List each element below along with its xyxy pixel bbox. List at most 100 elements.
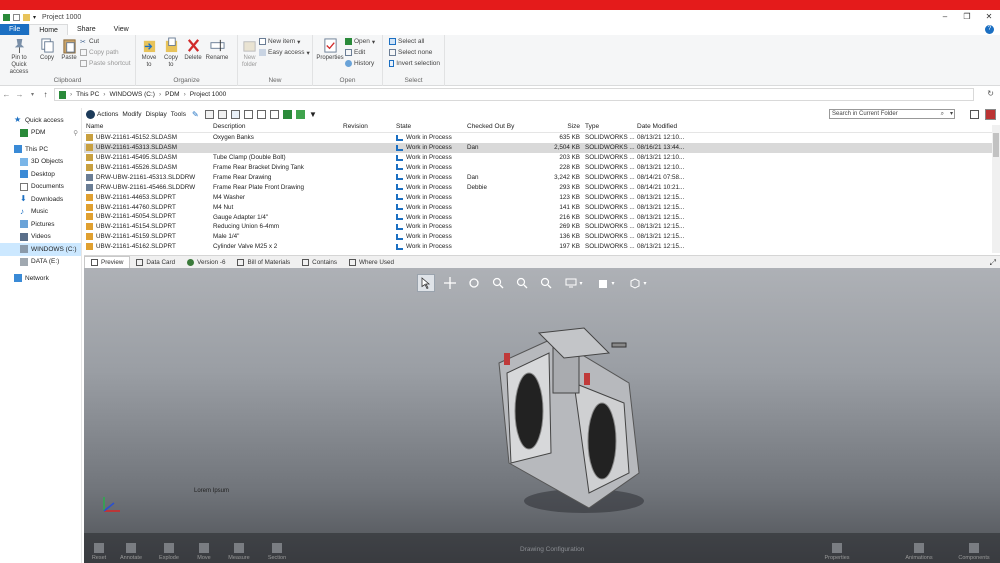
nav-item-this-pc[interactable]: This PC [0,143,81,156]
nav-item-3d-objects[interactable]: 3D Objects [0,156,81,169]
copy-path-button[interactable]: Copy path [80,48,131,57]
recent-chevron-icon[interactable]: ▾ [26,91,39,98]
column-revision[interactable]: Revision [341,123,394,132]
edit-button[interactable]: Edit [345,48,375,57]
tab-share[interactable]: Share [68,24,105,35]
user-avatar[interactable] [985,109,996,120]
breadcrumb-windows-c[interactable]: WINDOWS (C:) [109,91,155,98]
new-item-button[interactable]: New item ▾ [259,37,310,46]
list-view-icon[interactable] [970,110,979,119]
table-row[interactable]: UBW-21161-45313.SLDASM Work in Process Dan… [84,142,1000,153]
table-row[interactable]: DRW-UBW-21161-45466.SLDDRW Frame Rear Pla… [84,182,1000,192]
invert-selection-button[interactable]: Invert selection [389,59,440,68]
dropdown-triangle-icon[interactable]: ▼ [309,110,318,119]
section-button[interactable]: Section [264,543,290,561]
column-state[interactable]: State [394,123,465,132]
table-row[interactable]: UBW-21161-45054.SLDPRT Gauge Adapter 1/4"… [84,212,1000,222]
tab-contains[interactable]: Contains [296,256,343,269]
zoom-in-out-icon[interactable] [513,274,531,292]
cut-button[interactable]: ✂ Cut [80,37,131,46]
delete-button[interactable]: Delete [184,37,202,69]
folder-qat-icon[interactable] [23,13,30,21]
chevron-down-icon[interactable]: ▾ [33,14,36,21]
help-icon[interactable]: ? [985,25,994,34]
tab-data-card[interactable]: Data Card [130,256,181,269]
add-file-icon[interactable] [269,110,279,119]
display-menu[interactable]: Display [145,111,166,118]
column-size[interactable]: Size [535,123,583,132]
search-dropdown-icon[interactable]: ▾ [950,110,953,118]
scrollbar-thumb[interactable] [993,133,999,157]
nav-item-data-e[interactable]: DATA (E:) [0,256,81,269]
actions-menu[interactable]: Actions [97,111,118,118]
nav-item-music[interactable]: ♪ Music [0,206,81,219]
appearance-icon[interactable]: ▾ [593,274,619,292]
history-button[interactable]: History [345,59,375,68]
tab-version[interactable]: Version -6 [181,256,231,269]
nav-item-quick-access[interactable]: ★ Quick access [0,114,81,127]
copy-to-button[interactable]: Copy to [162,37,180,69]
document-green-icon[interactable] [295,110,305,119]
tab-where-used[interactable]: Where Used [343,256,400,269]
measure-button[interactable]: Measure [226,543,252,561]
easy-access-button[interactable]: Easy access ▾ [259,48,310,57]
tab-preview[interactable]: Preview [84,255,131,269]
annotate-button[interactable]: Annotate [118,543,144,561]
new-folder-button[interactable]: New folder [242,37,257,69]
column-description[interactable]: Description [211,123,341,132]
nav-item-windows-c[interactable]: WINDOWS (C:) [0,243,81,256]
nav-item-documents[interactable]: Documents [0,181,81,194]
change-state-icon[interactable] [256,110,266,119]
up-arrow-icon[interactable]: ↑ [39,90,52,99]
maximize-button[interactable]: ❐ [956,10,978,24]
search-icon[interactable]: ⌕ [941,110,944,118]
get-latest-icon[interactable] [230,110,240,119]
nav-item-network[interactable]: Network [0,272,81,285]
paste-shortcut-button[interactable]: Paste shortcut [80,59,131,68]
table-row[interactable]: UBW-21161-45159.SLDPRT Male 1/4" Work in P… [84,232,1000,242]
pin-quick-access-button[interactable]: Pin to Quick access [4,37,34,76]
rename-button[interactable]: Rename [206,37,228,69]
close-button[interactable]: ✕ [978,10,1000,24]
refresh-icon[interactable]: ↻ [987,89,994,98]
explode-button[interactable]: Explode [156,543,182,561]
model-viewport[interactable]: ▾ ▾ ▾ Lorem Ipsum Reset Annotate Explode… [84,268,1000,563]
view-orientation-icon[interactable]: ▾ [625,274,651,292]
breadcrumb-pdm[interactable]: PDM [165,91,179,98]
address-bar[interactable]: › This PC › WINDOWS (C:) › PDM › Project… [54,88,974,101]
animations-button[interactable]: Animations [902,543,936,561]
column-name[interactable]: Name [84,123,211,132]
move-button[interactable]: Move [191,543,217,561]
tab-home[interactable]: Home [29,24,68,35]
forward-arrow-icon[interactable]: → [13,90,26,99]
table-row[interactable]: UBW-21161-44760.SLDPRT M4 Nut Work in Proc… [84,202,1000,212]
check-out-icon[interactable] [204,110,214,119]
nav-item-pdm[interactable]: PDM ⚲ [0,127,81,140]
select-all-button[interactable]: Select all [389,37,440,46]
tab-view[interactable]: View [105,24,138,35]
zoom-area-icon[interactable] [489,274,507,292]
move-to-button[interactable]: Move to [140,37,158,69]
assembly-model[interactable] [479,323,669,523]
breadcrumb-this-pc[interactable]: This PC [76,91,99,98]
zoom-to-fit-icon[interactable] [537,274,555,292]
search-input[interactable]: Search in Current Folder ⌕ ▾ [829,109,955,119]
expand-icon[interactable]: ⤢ [990,258,996,268]
table-row[interactable]: UBW-21161-45154.SLDPRT Reducing Union 6-4… [84,222,1000,232]
pin-tool-icon[interactable]: ✎ [192,110,201,119]
select-arrow-icon[interactable] [417,274,435,292]
open-button[interactable]: Open ▾ [345,37,375,46]
select-none-button[interactable]: Select none [389,48,440,57]
undo-checkout-icon[interactable] [243,110,253,119]
table-row[interactable]: UBW-21161-45162.SLDPRT Cylinder Valve M25… [84,242,1000,252]
book-icon[interactable] [282,110,292,119]
copy-button[interactable]: Copy [38,37,56,76]
back-arrow-icon[interactable]: ← [0,90,13,99]
table-row[interactable]: UBW-21161-44653.SLDPRT M4 Washer Work in P… [84,192,1000,202]
column-type[interactable]: Type [583,123,635,132]
properties-viewer-button[interactable]: Properties [820,543,854,561]
tools-menu[interactable]: Tools [171,111,186,118]
paste-button[interactable]: Paste [60,37,78,76]
reset-button[interactable]: Reset [86,543,112,561]
drawing-configuration-label[interactable]: Drawing Configuration [520,546,584,553]
